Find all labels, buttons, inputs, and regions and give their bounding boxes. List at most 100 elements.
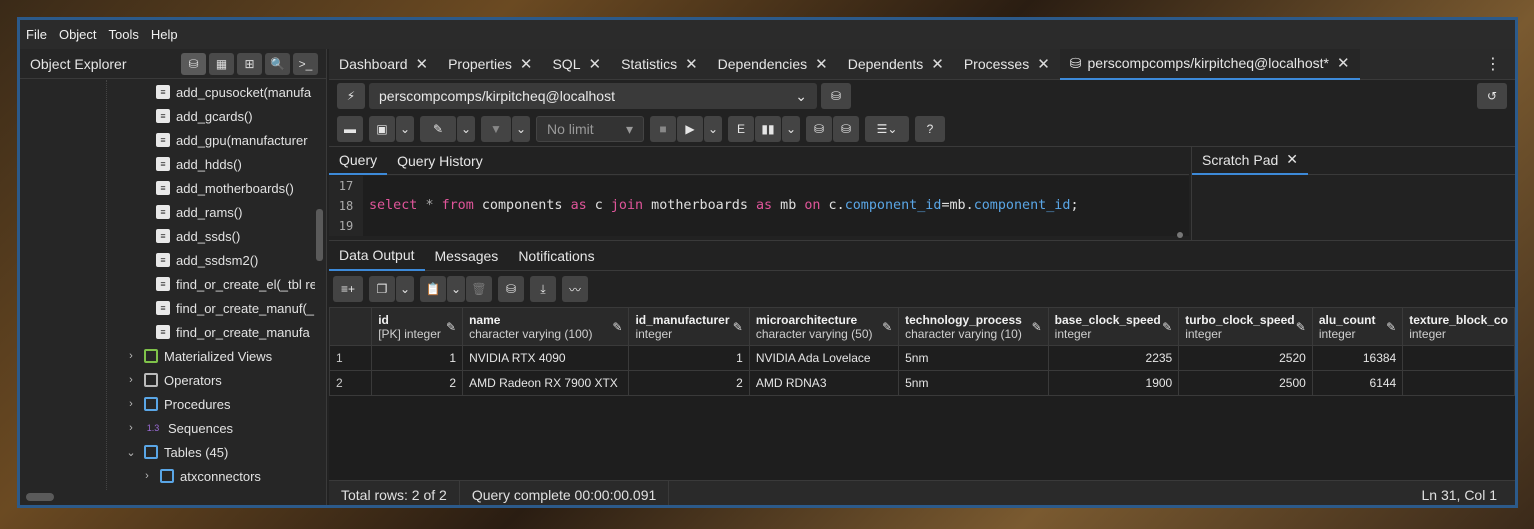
- table-view-icon[interactable]: ▦: [209, 52, 234, 75]
- tab-notifications[interactable]: Notifications: [508, 241, 604, 271]
- menu-object[interactable]: Object: [59, 27, 97, 42]
- help-icon[interactable]: ?: [915, 116, 945, 142]
- tree-node[interactable]: › Procedures: [20, 392, 315, 416]
- column-header[interactable]: texture_block_co integer: [1402, 307, 1515, 346]
- menu-file[interactable]: File: [26, 27, 47, 42]
- tree-item-function[interactable]: ≡ add_motherboards(): [20, 176, 315, 200]
- tree-item-function[interactable]: ≡ find_or_create_manuf(_: [20, 296, 315, 320]
- tab-query-history[interactable]: Query History: [387, 147, 493, 175]
- menu-tools[interactable]: Tools: [109, 27, 139, 42]
- tree-node-table[interactable]: › atxconnectors: [20, 464, 315, 488]
- tree-item-function[interactable]: ≡ add_ssdsm2(): [20, 248, 315, 272]
- save-dropdown-icon[interactable]: ⌄: [396, 116, 414, 142]
- filter-dropdown-icon[interactable]: ⌄: [512, 116, 530, 142]
- tree-item-function[interactable]: ≡ find_or_create_el(_tbl re: [20, 272, 315, 296]
- tree-item-function[interactable]: ≡ add_hdds(): [20, 152, 315, 176]
- explain-icon[interactable]: E: [728, 116, 754, 142]
- tree-node[interactable]: ⌄ Tables (45): [20, 440, 315, 464]
- chevron-right-icon[interactable]: ›: [124, 398, 138, 410]
- tree-node[interactable]: › 1.3 Sequences: [20, 416, 315, 440]
- tree-horizontal-scrollbar[interactable]: [26, 493, 54, 501]
- table-cell[interactable]: AMD RDNA3: [748, 370, 900, 396]
- chevron-right-icon[interactable]: ›: [124, 422, 138, 434]
- edit-column-icon[interactable]: ✎: [733, 320, 743, 334]
- table-cell[interactable]: 2235: [1047, 345, 1180, 371]
- connection-select[interactable]: perscompcomps/kirpitcheq@localhost ⌄: [369, 83, 817, 109]
- tree-item-function[interactable]: ≡ find_or_create_manufa: [20, 320, 315, 344]
- close-icon[interactable]: ✕: [520, 55, 533, 73]
- database-icon[interactable]: ⛁: [181, 52, 206, 75]
- tab-data-output[interactable]: Data Output: [329, 241, 425, 271]
- close-icon[interactable]: ✕: [685, 55, 698, 73]
- reset-layout-icon[interactable]: ↺: [1477, 83, 1507, 109]
- edit-column-icon[interactable]: ✎: [612, 320, 622, 334]
- execute-dropdown-icon[interactable]: ⌄: [704, 116, 722, 142]
- tree-item-function[interactable]: ≡ add_ssds(): [20, 224, 315, 248]
- table-cell[interactable]: 2520: [1178, 345, 1313, 371]
- tab-6[interactable]: Processes ✕: [954, 49, 1060, 80]
- table-cell[interactable]: 5nm: [898, 370, 1049, 396]
- edit-column-icon[interactable]: ✎: [1296, 320, 1306, 334]
- tree-item-function[interactable]: ≡ add_rams(): [20, 200, 315, 224]
- tree-vertical-scrollbar[interactable]: [316, 209, 323, 261]
- edit-icon[interactable]: ✎: [420, 116, 456, 142]
- tab-4[interactable]: Dependencies ✕: [708, 49, 838, 80]
- table-cell[interactable]: [1402, 370, 1515, 396]
- add-row-icon[interactable]: ≡+: [333, 276, 363, 302]
- column-header[interactable]: technology_process character varying (10)…: [898, 307, 1049, 346]
- new-connection-icon[interactable]: ⛁: [821, 83, 851, 109]
- execute-icon[interactable]: ▶: [677, 116, 703, 142]
- save-file-icon[interactable]: ▣: [369, 116, 395, 142]
- table-cell[interactable]: AMD Radeon RX 7900 XTX: [462, 370, 630, 396]
- save-data-icon[interactable]: ⛁: [498, 276, 524, 302]
- stop-icon[interactable]: ■: [650, 116, 676, 142]
- copy-icon[interactable]: ❐: [369, 276, 395, 302]
- tree-item-function[interactable]: ≡ add_cpusocket(manufa: [20, 80, 315, 104]
- more-vertical-icon[interactable]: ⋮: [1485, 54, 1501, 74]
- column-header[interactable]: microarchitecture character varying (50) ✎: [748, 307, 900, 346]
- table-cell[interactable]: 1: [628, 345, 750, 371]
- tab-2[interactable]: SQL ✕: [542, 49, 611, 80]
- table-cell[interactable]: 16384: [1311, 345, 1404, 371]
- tree-item-function[interactable]: ≡ add_gcards(): [20, 104, 315, 128]
- edit-dropdown-icon[interactable]: ⌄: [457, 116, 475, 142]
- column-header[interactable]: id_manufacturer integer ✎: [628, 307, 750, 346]
- close-icon[interactable]: ✕: [931, 55, 944, 73]
- tab-0[interactable]: Dashboard ✕: [329, 49, 438, 80]
- connection-status-icon[interactable]: ⚡: [337, 83, 365, 109]
- macros-icon[interactable]: ☰⌄: [865, 116, 909, 142]
- table-cell[interactable]: 1900: [1047, 370, 1180, 396]
- chevron-right-icon[interactable]: ›: [124, 374, 138, 386]
- column-header[interactable]: base_clock_speed integer ✎: [1047, 307, 1180, 346]
- download-icon[interactable]: ⤓: [530, 276, 556, 302]
- close-icon[interactable]: ✕: [1337, 54, 1350, 72]
- column-header[interactable]: id [PK] integer ✎: [371, 307, 464, 346]
- table-cell[interactable]: 2: [371, 370, 464, 396]
- close-icon[interactable]: ✕: [588, 55, 601, 73]
- explain-analyze-icon[interactable]: ▮▮: [755, 116, 781, 142]
- tab-messages[interactable]: Messages: [425, 241, 509, 271]
- column-header[interactable]: turbo_clock_speed integer ✎: [1178, 307, 1313, 346]
- edit-column-icon[interactable]: ✎: [446, 320, 456, 334]
- edit-column-icon[interactable]: ✎: [1162, 320, 1172, 334]
- close-icon[interactable]: ✕: [1037, 55, 1050, 73]
- data-grid[interactable]: id [PK] integer ✎ name character varying (10…: [329, 307, 1515, 487]
- tab-7[interactable]: ⛁ perscompcomps/kirpitcheq@localhost* ✕: [1059, 48, 1360, 80]
- open-file-icon[interactable]: ▬: [337, 116, 363, 142]
- tab-1[interactable]: Properties ✕: [438, 49, 542, 80]
- delete-icon[interactable]: 🗑: [466, 276, 492, 302]
- graph-icon[interactable]: 〰: [562, 276, 588, 302]
- filter-table-icon[interactable]: ⊞: [237, 52, 262, 75]
- table-cell[interactable]: 5nm: [898, 345, 1049, 371]
- table-cell[interactable]: 1: [371, 345, 464, 371]
- tab-3[interactable]: Statistics ✕: [611, 49, 708, 80]
- chevron-down-icon[interactable]: ⌄: [124, 446, 138, 459]
- search-icon[interactable]: 🔍: [265, 52, 290, 75]
- table-row[interactable]: 1 1 NVIDIA RTX 4090 1 NVIDIA Ada Lovelace 5nm…: [329, 345, 1515, 371]
- sql-editor[interactable]: 17 18 19 select * from components as c j…: [329, 176, 1189, 238]
- paste-dropdown-icon[interactable]: ⌄: [447, 276, 465, 302]
- filter-icon[interactable]: ▼: [481, 116, 511, 142]
- column-header[interactable]: alu_count integer ✎: [1311, 307, 1404, 346]
- close-icon[interactable]: ✕: [815, 55, 828, 73]
- tree-node[interactable]: › Operators: [20, 368, 315, 392]
